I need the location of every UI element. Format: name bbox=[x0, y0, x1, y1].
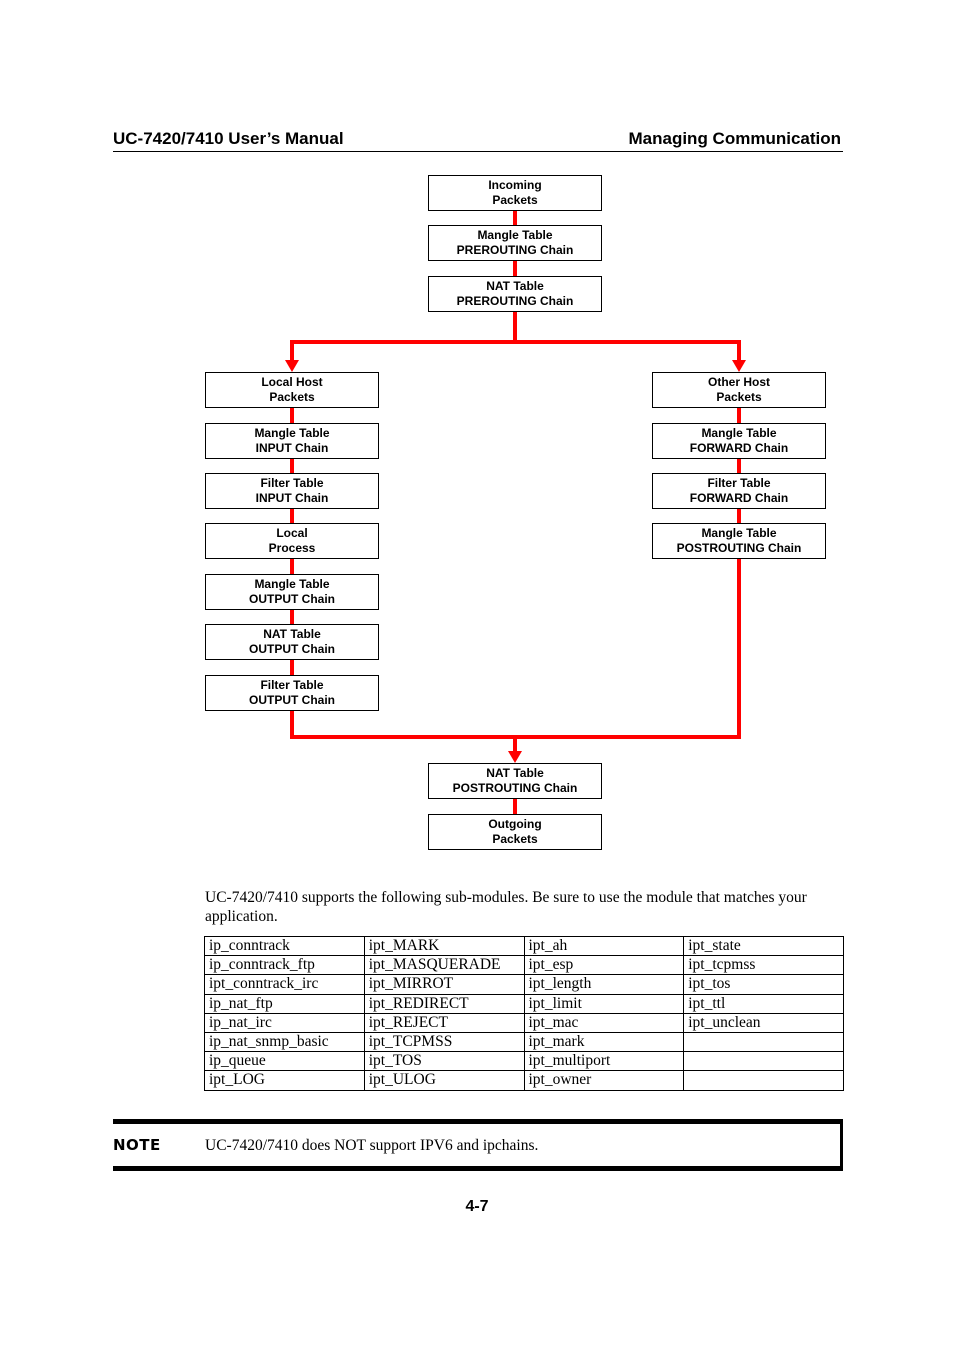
table-cell: ipt_REJECT bbox=[363, 1012, 525, 1033]
table-cell: ipt_ah bbox=[523, 935, 685, 957]
flow-box-right: Mangle Table FORWARD Chain bbox=[652, 423, 826, 459]
table-row: ip_nat_ftp ipt_REDIRECT ipt_limit ipt_ttl bbox=[204, 993, 844, 1014]
table-cell: ipt_state bbox=[683, 935, 844, 957]
flow-box-line2: OUTPUT Chain bbox=[249, 642, 335, 656]
flow-box-line1: Filter Table bbox=[260, 476, 324, 490]
table-row: ipt_LOG ipt_ULOG ipt_owner bbox=[204, 1070, 844, 1091]
table-cell: ip_conntrack bbox=[204, 935, 365, 957]
flow-box-line1: Mangle Table bbox=[701, 526, 777, 540]
table-cell: ipt_MASQUERADE bbox=[363, 955, 525, 976]
flow-box-bottom: NAT Table POSTROUTING Chain bbox=[428, 763, 602, 799]
flow-box-line1: Local Host bbox=[261, 375, 323, 389]
table-cell: ipt_LOG bbox=[204, 1070, 365, 1091]
table-cell: ipt_multiport bbox=[523, 1051, 685, 1072]
flow-box-top: NAT Table PREROUTING Chain bbox=[428, 276, 602, 312]
flow-box-bottom: Outgoing Packets bbox=[428, 814, 602, 850]
flow-box-left: Filter Table INPUT Chain bbox=[205, 473, 379, 509]
table-row: ip_conntrack ipt_MARK ipt_ah ipt_state bbox=[204, 935, 844, 957]
flow-box-line2: PREROUTING Chain bbox=[456, 243, 574, 257]
flow-box-right: Other Host Packets bbox=[652, 372, 826, 408]
flow-box-top: Mangle Table PREROUTING Chain bbox=[428, 225, 602, 261]
page-number: 4-7 bbox=[465, 1198, 489, 1215]
flow-box-line1: Mangle Table bbox=[254, 577, 330, 591]
flow-box-left: Mangle Table INPUT Chain bbox=[205, 423, 379, 459]
flow-box-line2: OUTPUT Chain bbox=[249, 592, 335, 606]
flow-box-left: NAT Table OUTPUT Chain bbox=[205, 624, 379, 660]
table-cell: ip_nat_snmp_basic bbox=[204, 1031, 365, 1053]
flow-box-line2: Packets bbox=[492, 832, 538, 846]
flow-box-right: Mangle Table POSTROUTING Chain bbox=[652, 523, 826, 559]
table-cell bbox=[683, 1051, 844, 1072]
flow-box-line2: INPUT Chain bbox=[255, 491, 329, 505]
table-cell: ipt_ULOG bbox=[363, 1070, 525, 1091]
submodules-table: ip_conntrack ipt_MARK ipt_ah ipt_state ip_co… bbox=[204, 935, 844, 1091]
split-branch bbox=[290, 340, 741, 360]
table-row: ip_nat_irc ipt_REJECT ipt_mac ipt_unclean bbox=[204, 1012, 844, 1033]
note-box: NOTE UC-7420/7410 does NOT support IPV6 … bbox=[113, 1119, 843, 1171]
table-cell: ipt_MARK bbox=[363, 935, 525, 957]
flow-box-left: Filter Table OUTPUT Chain bbox=[205, 675, 379, 711]
flow-box-line1: NAT Table bbox=[486, 279, 544, 293]
flow-box-line1: Local bbox=[276, 526, 308, 540]
table-cell: ip_nat_ftp bbox=[204, 993, 365, 1014]
table-cell: ipt_esp bbox=[523, 955, 685, 976]
flow-box-left: Mangle Table OUTPUT Chain bbox=[205, 574, 379, 610]
flow-box-left: Local Host Packets bbox=[205, 372, 379, 408]
table-row: ip_nat_snmp_basic ipt_TCPMSS ipt_mark bbox=[204, 1031, 844, 1053]
table-cell: ipt_limit bbox=[523, 993, 685, 1014]
flow-box-line2: Packets bbox=[492, 193, 538, 207]
table-cell: ipt_TCPMSS bbox=[363, 1031, 525, 1053]
flow-box-line1: NAT Table bbox=[263, 627, 321, 641]
flow-box-line1: Mangle Table bbox=[701, 426, 777, 440]
table-cell: ipt_ttl bbox=[683, 993, 844, 1014]
netfilter-flow-diagram: Incoming Packets Mangle Table PREROUTING Ch… bbox=[0, 0, 954, 870]
table-cell: ipt_tos bbox=[683, 974, 844, 995]
flow-box-line1: Filter Table bbox=[260, 678, 324, 692]
table-cell: ipt_length bbox=[523, 974, 685, 995]
note-text: UC-7420/7410 does NOT support IPV6 and i… bbox=[205, 1137, 539, 1154]
flow-box-line1: Filter Table bbox=[707, 476, 771, 490]
flow-box-top: Incoming Packets bbox=[428, 175, 602, 211]
table-cell: ipt_MIRROT bbox=[363, 974, 525, 995]
flow-box-line1: Outgoing bbox=[488, 817, 542, 831]
note-label: NOTE bbox=[113, 1136, 161, 1154]
arrow-down-icon bbox=[732, 360, 746, 372]
table-cell: ipt_unclean bbox=[683, 1012, 844, 1033]
flow-box-left: Local Process bbox=[205, 523, 379, 559]
flow-box-line1: Mangle Table bbox=[477, 228, 553, 242]
flow-box-line2: FORWARD Chain bbox=[689, 491, 789, 505]
table-cell: ip_conntrack_ftp bbox=[204, 955, 365, 976]
flow-box-line1: Mangle Table bbox=[254, 426, 330, 440]
table-cell: ipt_TOS bbox=[363, 1051, 525, 1072]
flow-box-line2: INPUT Chain bbox=[255, 441, 329, 455]
table-cell: ipt_tcpmss bbox=[683, 955, 844, 976]
flow-box-line1: NAT Table bbox=[486, 766, 544, 780]
table-cell: ip_queue bbox=[204, 1051, 365, 1072]
flow-box-line1: Other Host bbox=[707, 375, 770, 389]
flow-box-line2: FORWARD Chain bbox=[689, 441, 789, 455]
flow-box-line2: Packets bbox=[716, 390, 762, 404]
table-cell: ipt_mac bbox=[523, 1012, 685, 1033]
table-cell: ipt_REDIRECT bbox=[363, 993, 525, 1014]
table-row: ip_queue ipt_TOS ipt_multiport bbox=[204, 1051, 844, 1072]
table-row: ipt_conntrack_irc ipt_MIRROT ipt_length ipt… bbox=[204, 974, 844, 995]
intro-paragraph: UC-7420/7410 supports the following sub-… bbox=[205, 889, 807, 925]
table-cell: ip_nat_irc bbox=[204, 1012, 365, 1033]
flow-box-line2: OUTPUT Chain bbox=[249, 693, 335, 707]
flow-box-line2: POSTROUTING Chain bbox=[676, 541, 802, 555]
flow-box-line2: Packets bbox=[269, 390, 315, 404]
flow-box-right: Filter Table FORWARD Chain bbox=[652, 473, 826, 509]
table-cell: ipt_conntrack_irc bbox=[204, 974, 365, 995]
flow-box-line2: PREROUTING Chain bbox=[456, 294, 574, 308]
flow-box-line2: POSTROUTING Chain bbox=[452, 781, 578, 795]
arrow-down-icon bbox=[285, 360, 299, 372]
table-cell: ipt_mark bbox=[523, 1031, 685, 1053]
table-cell bbox=[683, 1031, 844, 1053]
table-row: ip_conntrack_ftp ipt_MASQUERADE ipt_esp ipt… bbox=[204, 955, 844, 976]
table-cell: ipt_owner bbox=[523, 1070, 685, 1091]
arrow-down-icon bbox=[508, 751, 522, 763]
flow-box-line1: Incoming bbox=[488, 178, 542, 192]
table-cell bbox=[683, 1070, 844, 1091]
flow-box-line2: Process bbox=[268, 541, 316, 555]
